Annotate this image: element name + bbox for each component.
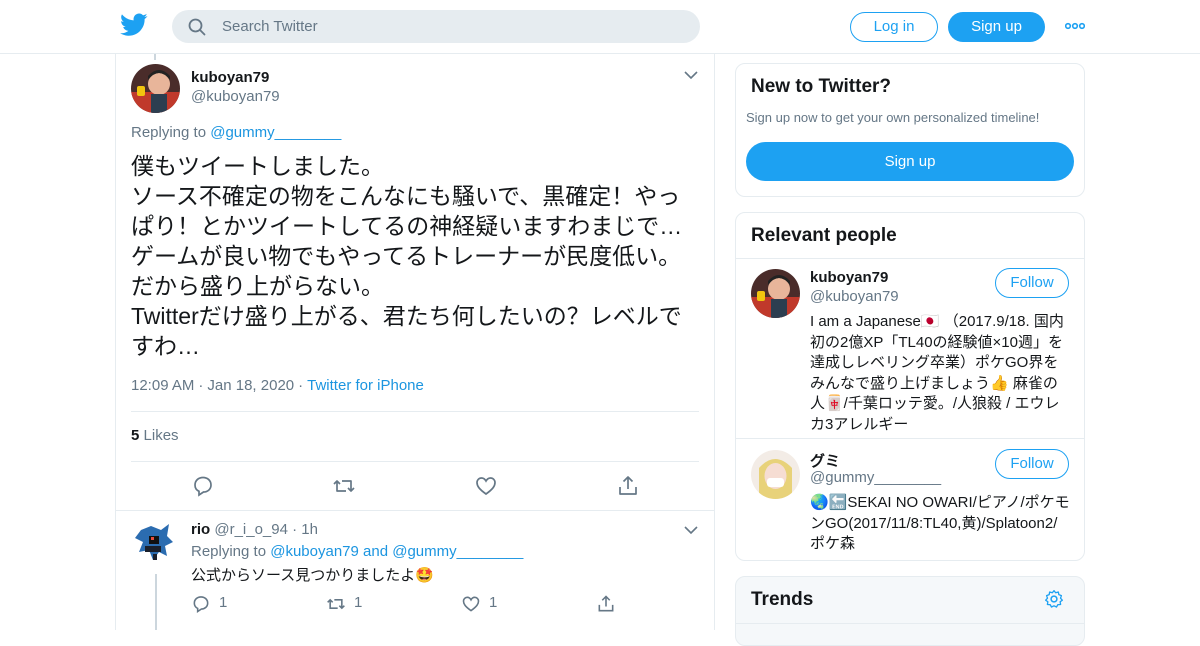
person-handle[interactable]: @gummy________ <box>810 469 941 486</box>
search-icon <box>188 18 206 36</box>
reply-author-name[interactable]: rio <box>191 521 210 538</box>
person-bio: I am a Japanese🇯🇵 （2017.9/18. 国内初の2億XP「T… <box>810 313 1064 433</box>
mention-link[interactable]: @kuboyan79 <box>270 543 359 560</box>
replying-to: Replying to @gummy________ <box>131 124 341 141</box>
replying-prefix: Replying to <box>131 124 211 141</box>
card-title: Relevant people <box>751 225 897 246</box>
person-name[interactable]: kuboyan79 <box>810 269 888 286</box>
replying-to: Replying to @kuboyan79 and @gummy_______… <box>191 543 523 560</box>
card-title: New to Twitter? <box>751 76 892 97</box>
retweet-icon <box>327 598 345 610</box>
reply-text: 公式からソース見つかりましたよ🤩 <box>191 567 434 584</box>
replying-prefix: Replying to <box>191 543 271 560</box>
divider <box>736 258 1084 259</box>
tweet-time[interactable]: 12:09 AM <box>131 377 194 394</box>
new-to-twitter-card: New to Twitter? Sign up now to get your … <box>735 63 1085 197</box>
chevron-down-icon[interactable] <box>684 70 698 80</box>
chevron-down-icon[interactable] <box>684 525 698 535</box>
search-input[interactable] <box>222 10 682 43</box>
divider <box>116 510 714 511</box>
share-icon <box>598 595 614 612</box>
mention-link[interactable]: @gummy________ <box>392 543 523 560</box>
tweet-text: 僕もツイートしました。 ソース不確定の物をこんなにも騒いで、黒確定！やっぱり！と… <box>131 153 683 359</box>
heart-icon[interactable] <box>474 474 498 498</box>
card-title: Trends <box>751 589 814 610</box>
avatar-image <box>751 450 800 499</box>
reply-icon <box>193 596 209 613</box>
tweet-date[interactable]: Jan 18, 2020 <box>207 377 294 394</box>
reply-icon[interactable] <box>191 474 215 498</box>
tweet-meta: 12:09 AM · Jan 18, 2020 · Twitter for iPhone <box>131 377 424 394</box>
tweet-author-name[interactable]: kuboyan79 <box>191 69 269 86</box>
retweet-icon[interactable] <box>332 474 356 498</box>
tweet-author-handle[interactable]: @kuboyan79 <box>191 88 280 105</box>
person-bio: 🌏🔚SEKAI NO OWARI/ピアノ/ポケモンGO(2017/11/8:TL… <box>810 494 1070 552</box>
main-column: kuboyan79 @kuboyan79 Replying to @gummy_… <box>115 54 715 630</box>
avatar-image <box>751 269 800 318</box>
likes-label: Likes <box>143 427 179 444</box>
avatar-image <box>131 64 180 113</box>
reply-header: rio @r_i_o_94 · 1h <box>191 521 318 538</box>
divider <box>736 623 1084 624</box>
reply-author-handle[interactable]: @r_i_o_94 <box>214 521 288 538</box>
avatar[interactable] <box>131 64 180 113</box>
relevant-people-card: Relevant people kuboyan79 @kuboyan79 Fol… <box>735 212 1085 561</box>
gear-icon[interactable] <box>1044 589 1064 609</box>
reply-count: 1 <box>219 594 228 611</box>
twitter-logo-icon[interactable] <box>120 13 148 37</box>
thread-line <box>155 574 157 630</box>
likes-number: 5 <box>131 427 140 444</box>
divider <box>131 411 699 412</box>
trends-card: Trends <box>735 576 1085 646</box>
signup-button[interactable]: Sign up <box>746 142 1074 181</box>
mention-link[interactable]: @gummy________ <box>210 124 341 141</box>
tweet-actions <box>116 474 716 498</box>
follow-button[interactable]: Follow <box>995 449 1069 479</box>
thread-line <box>154 54 156 60</box>
top-bar: Log in Sign up <box>0 0 1200 54</box>
reply-age[interactable]: 1h <box>301 521 318 538</box>
login-button[interactable]: Log in <box>850 12 938 42</box>
card-subtitle: Sign up now to get your own personalized… <box>746 110 1040 125</box>
likes-count[interactable]: 5 Likes <box>131 427 179 444</box>
avatar[interactable] <box>131 520 180 569</box>
tweet-source[interactable]: Twitter for iPhone <box>307 377 424 394</box>
divider <box>736 438 1084 439</box>
replying-and: and <box>358 543 393 560</box>
person-name[interactable]: グミ <box>810 450 840 471</box>
reply-actions: 1 1 1 <box>191 594 691 614</box>
more-icon[interactable] <box>1065 20 1085 32</box>
person-handle[interactable]: @kuboyan79 <box>810 288 899 305</box>
search-box[interactable] <box>172 10 700 43</box>
signup-button[interactable]: Sign up <box>948 12 1045 42</box>
avatar[interactable] <box>751 269 800 318</box>
divider <box>131 461 699 462</box>
like-count: 1 <box>489 594 498 611</box>
share-icon[interactable] <box>616 474 640 498</box>
heart-icon <box>462 596 480 612</box>
follow-button[interactable]: Follow <box>995 268 1069 298</box>
retweet-count: 1 <box>354 594 363 611</box>
avatar[interactable] <box>751 450 800 499</box>
